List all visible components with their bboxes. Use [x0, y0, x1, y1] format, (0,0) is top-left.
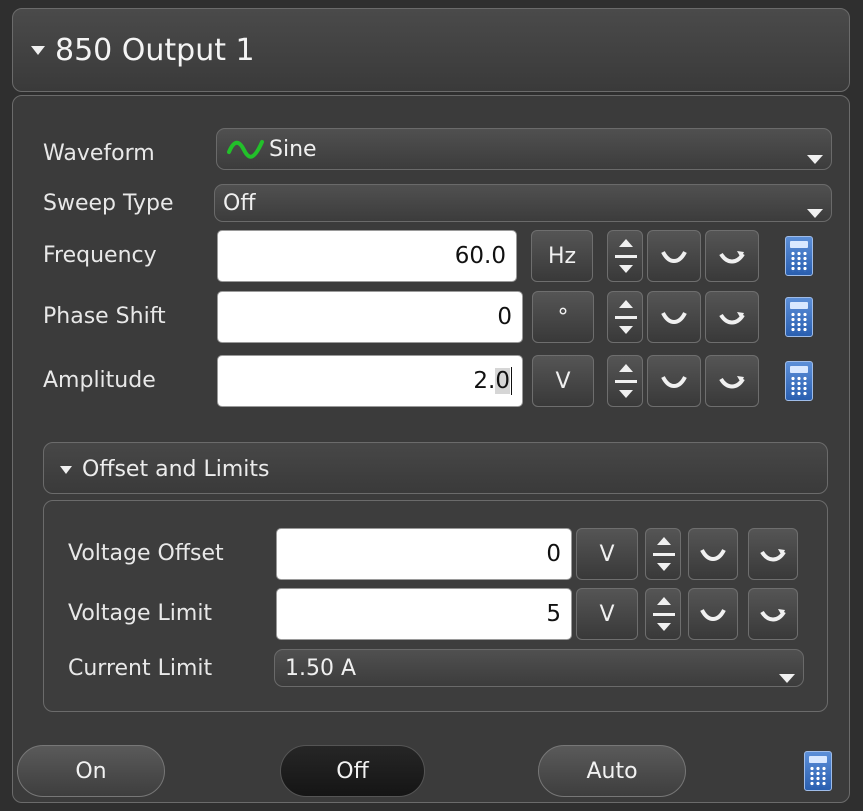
curve-up-icon	[760, 549, 786, 562]
curve-down-icon	[700, 548, 726, 561]
calculator-icon	[785, 236, 813, 276]
voltage-limit-stepper[interactable]	[645, 588, 681, 640]
frequency-increase-button[interactable]	[705, 230, 759, 282]
voltage-limit-decrease-button[interactable]	[688, 588, 738, 640]
output-title: 850 Output 1	[55, 33, 255, 68]
chevron-down-icon	[807, 199, 823, 224]
collapse-triangle-icon	[60, 465, 72, 474]
amplitude-calculator-button[interactable]	[781, 355, 817, 407]
collapse-triangle-icon	[31, 46, 45, 55]
amplitude-input[interactable]: 2. 0	[217, 355, 523, 407]
sine-wave-icon	[227, 140, 264, 159]
sweep-type-dropdown[interactable]: Off	[214, 184, 832, 222]
curve-down-icon	[661, 375, 687, 388]
phase-shift-value: 0	[497, 304, 512, 330]
phase-decrease-button[interactable]	[647, 291, 701, 343]
amplitude-value: 2.	[473, 368, 496, 394]
offset-limits-title: Offset and Limits	[82, 457, 270, 482]
offset-limits-header[interactable]: Offset and Limits	[43, 442, 828, 494]
waveform-dropdown[interactable]: Sine	[216, 128, 832, 170]
curve-up-icon	[719, 312, 745, 325]
phase-shift-input[interactable]: 0	[217, 291, 523, 343]
frequency-stepper[interactable]	[607, 230, 643, 282]
voltage-offset-input[interactable]: 0	[276, 528, 572, 580]
phase-calculator-button[interactable]	[781, 291, 817, 343]
calculator-icon	[785, 297, 813, 337]
phase-unit-button[interactable]: °	[532, 291, 594, 343]
calculator-icon	[785, 361, 813, 401]
frequency-calculator-button[interactable]	[781, 230, 817, 282]
voltage-offset-value: 0	[546, 541, 561, 567]
phase-increase-button[interactable]	[705, 291, 759, 343]
waveform-label: Waveform	[43, 141, 155, 166]
frequency-decrease-button[interactable]	[647, 230, 701, 282]
amplitude-stepper[interactable]	[607, 355, 643, 407]
voltage-limit-input[interactable]: 5	[276, 588, 572, 640]
amplitude-decrease-button[interactable]	[647, 355, 701, 407]
voltage-offset-unit-button[interactable]: V	[576, 528, 638, 580]
on-button[interactable]: On	[17, 745, 165, 797]
sweep-type-label: Sweep Type	[43, 191, 174, 216]
auto-button[interactable]: Auto	[538, 745, 686, 797]
offset-limits-body: Voltage Offset 0 V Voltage Limit 5 V Cur…	[43, 500, 828, 712]
chevron-down-icon	[807, 145, 823, 170]
curve-up-icon	[719, 376, 745, 389]
voltage-offset-stepper[interactable]	[645, 528, 681, 580]
waveform-value: Sine	[269, 136, 317, 162]
output-panel-header[interactable]: 850 Output 1	[12, 8, 850, 92]
current-limit-value: 1.50 A	[285, 655, 357, 681]
voltage-limit-unit-button[interactable]: V	[576, 588, 638, 640]
amplitude-unit-button[interactable]: V	[532, 355, 594, 407]
footer-calculator-button[interactable]	[800, 745, 836, 797]
text-cursor	[511, 367, 512, 395]
voltage-offset-increase-button[interactable]	[748, 528, 798, 580]
sweep-type-value: Off	[223, 190, 256, 216]
frequency-unit-button[interactable]: Hz	[531, 230, 593, 282]
amplitude-label: Amplitude	[43, 368, 156, 393]
frequency-input[interactable]: 60.0	[217, 230, 517, 282]
phase-stepper[interactable]	[607, 291, 643, 343]
voltage-limit-value: 5	[546, 601, 561, 627]
current-limit-label: Current Limit	[68, 656, 213, 681]
header-title-row[interactable]: 850 Output 1	[31, 33, 255, 68]
calculator-icon	[804, 751, 832, 791]
phase-shift-label: Phase Shift	[43, 304, 166, 329]
curve-down-icon	[661, 311, 687, 324]
voltage-offset-decrease-button[interactable]	[688, 528, 738, 580]
curve-down-icon	[700, 608, 726, 621]
curve-up-icon	[760, 609, 786, 622]
curve-down-icon	[661, 250, 687, 263]
curve-up-icon	[719, 251, 745, 264]
amplitude-increase-button[interactable]	[705, 355, 759, 407]
voltage-offset-label: Voltage Offset	[68, 541, 224, 566]
current-limit-dropdown[interactable]: 1.50 A	[274, 649, 804, 687]
amplitude-selected-digit: 0	[495, 368, 510, 394]
frequency-label: Frequency	[43, 243, 157, 268]
chevron-down-icon	[779, 664, 795, 689]
frequency-value: 60.0	[454, 243, 506, 269]
voltage-limit-label: Voltage Limit	[68, 601, 213, 626]
voltage-limit-increase-button[interactable]	[748, 588, 798, 640]
off-button[interactable]: Off	[280, 745, 425, 797]
